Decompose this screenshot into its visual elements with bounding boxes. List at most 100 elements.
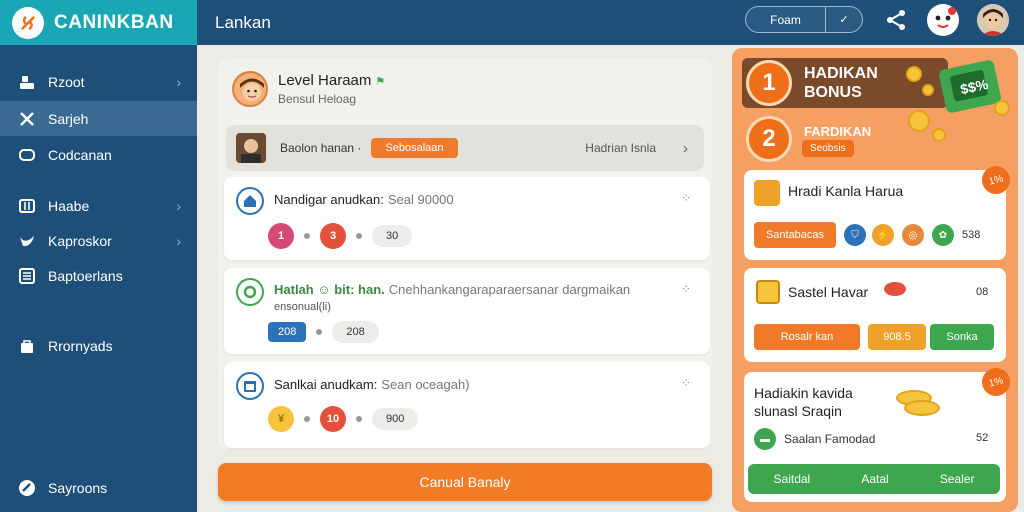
task-card-3[interactable]: Sanlkai anudkam: Sean oceagah) ⁘ ¥ 10 900 (224, 362, 710, 448)
reward-card-2[interactable]: Sastel Havar 08 Rosalr kan 908.5 Sonka (744, 268, 1006, 362)
profile-subtitle: Bensul Heloag (278, 92, 357, 106)
topbar: Lankan Foam ✓ (197, 0, 1024, 45)
chest-icon (754, 180, 780, 206)
brand[interactable]: CANINKBAN (0, 0, 197, 45)
share-icon[interactable] (885, 9, 907, 31)
calendar-icon (236, 372, 264, 400)
action-3[interactable]: Sealer (940, 472, 975, 486)
lightning-icon: ⚡ (872, 224, 894, 246)
top-select[interactable]: Foam ✓ (745, 6, 863, 33)
reward-button-1[interactable]: Rosalr kan (754, 324, 860, 350)
list-icon (18, 267, 36, 285)
reward-button-2[interactable]: 908.5 (868, 324, 926, 350)
reward-button-3[interactable]: Sonka (930, 324, 994, 350)
reward-card-title: Sastel Havar (788, 284, 869, 300)
sidebar-item-label: Codcanan (48, 146, 112, 163)
bird-icon (18, 232, 36, 250)
separator-dot (316, 329, 323, 335)
discount-tag: 1% (978, 162, 1014, 198)
reward-row-label: Saalan Famodad (784, 432, 876, 446)
support-icon (18, 479, 36, 497)
reward-card-3[interactable]: Hadiakin kavida slunasl Sraqin 1% ▬ Saal… (744, 364, 1014, 502)
brand-logo-icon (12, 6, 44, 39)
sidebar-item-8[interactable]: Sayroons (0, 470, 197, 505)
step-number-1: 1 (746, 60, 792, 106)
bonus-panel: 1 HADIKAN BONUS $$% 2 FARDIKAN Seobsis H… (732, 48, 1018, 512)
selector-right-text: Hadrian Isnla (585, 141, 656, 155)
card-subtitle: Cnehhankangaraparaersanar dargmaikan (388, 282, 631, 297)
reward-action-bar[interactable]: Saitdal Aatal Sealer (748, 464, 1000, 494)
card-subtitle: Seal 90000 (387, 192, 454, 207)
reward-card-title: Hradi Kanla Harua (788, 183, 904, 199)
basketball-icon: ◎ (902, 224, 924, 246)
book-icon (18, 197, 36, 215)
bonus-title-line2: BONUS (804, 84, 862, 101)
badge-red: 3 (320, 223, 346, 249)
separator-dot (304, 416, 310, 422)
separator-dot (304, 233, 310, 239)
badge-red: 10 (320, 406, 346, 432)
bonus2-title: FARDIKAN (804, 124, 872, 139)
drag-handle-icon[interactable]: ⁘ (681, 191, 692, 205)
action-1[interactable]: Saitdal (774, 472, 811, 486)
coin-icon (922, 84, 934, 96)
reward-button[interactable]: Santabacas (754, 222, 836, 248)
profile-header: Level Haraam ⚑ Bensul Heloag (232, 71, 385, 107)
reward-card-title-line2: slunasl Sraqin (754, 403, 842, 419)
primary-action-button[interactable]: Canual Banaly (218, 463, 712, 501)
main-panel: Level Haraam ⚑ Bensul Heloag Baolon hanan… (218, 59, 712, 449)
top-select-value: Foam (746, 7, 826, 32)
profile-avatar[interactable] (232, 71, 268, 107)
selector-label: Baolon hanan · (280, 141, 362, 155)
card-subtitle-2: ensonual(li) (274, 301, 331, 313)
task-card-1[interactable]: Nandigar anudkan: Seal 90000 ⁘ 1 3 30 (224, 177, 710, 260)
sidebar-item-3[interactable]: Codcanan (0, 137, 197, 172)
page-title: Lankan (215, 12, 271, 32)
sidebar-item-label: Rrornyads (48, 337, 113, 354)
avatar-face-icon[interactable] (927, 4, 959, 36)
drag-handle-icon[interactable]: ⁘ (681, 282, 692, 296)
sidebar: CANINKBAN Rzoot › Sarjeh Codcanan Haabe … (0, 0, 197, 512)
candy-icon (884, 282, 906, 296)
card-title: Hatlah ☺ bit: han. (274, 282, 385, 297)
tools-icon (18, 110, 36, 128)
chevron-right-icon[interactable]: › (683, 140, 688, 157)
badge-pink: 1 (268, 223, 294, 249)
sidebar-item-1[interactable]: Rzoot › (0, 64, 197, 99)
house-icon (236, 187, 264, 215)
reward-card-1[interactable]: Hradi Kanla Harua 1% Santabacas ⛉ ⚡ ◎ ✿ … (744, 162, 1014, 260)
coin-icon (932, 128, 946, 142)
sidebar-item-6[interactable]: Baptoerlans (0, 258, 197, 293)
sidebar-item-label: Baptoerlans (48, 267, 123, 284)
chevron-right-icon: › (176, 73, 181, 90)
card-value: 208 (332, 321, 379, 343)
refresh-icon (236, 278, 264, 306)
user-avatar[interactable] (977, 4, 1009, 36)
sidebar-item-7[interactable]: Rrornyads (0, 328, 197, 363)
ticket-icon (756, 280, 780, 304)
selector-pill[interactable]: Sebosalaan (371, 138, 458, 158)
action-2[interactable]: Aatal (861, 472, 888, 486)
sidebar-item-label: Kaproskor (48, 232, 112, 249)
sidebar-item-2[interactable]: Sarjeh (0, 101, 197, 136)
reward-card-title: Hadiakin kavida slunasl Sraqin (754, 384, 853, 420)
flag-icon: ⚑ (375, 76, 386, 88)
card-value: 30 (372, 225, 413, 247)
card-value: 900 (372, 408, 419, 430)
brand-name: CANINKBAN (54, 11, 174, 33)
coin-icon (994, 100, 1010, 116)
selector-row[interactable]: Baolon hanan · Sebosalaan Hadrian Isnla … (226, 125, 704, 171)
sidebar-item-4[interactable]: Haabe › (0, 188, 197, 223)
task-card-2[interactable]: Hatlah ☺ bit: han. Cnehhankangaraparaersa… (224, 268, 710, 354)
profile-name: Level Haraam (278, 72, 372, 89)
card-subtitle: Sean oceagah) (381, 377, 470, 392)
bonus2-pill[interactable]: Seobsis (802, 140, 854, 157)
coin-icon: ¥ (268, 406, 294, 432)
reward-card-value: 08 (976, 286, 989, 298)
chevron-down-icon[interactable]: ✓ (826, 13, 862, 26)
sidebar-item-label: Sarjeh (48, 110, 89, 127)
sidebar-item-5[interactable]: Kaproskor › (0, 223, 197, 258)
drag-handle-icon[interactable]: ⁘ (681, 376, 692, 390)
separator-dot (356, 233, 362, 239)
selector-thumbnail (236, 133, 266, 163)
